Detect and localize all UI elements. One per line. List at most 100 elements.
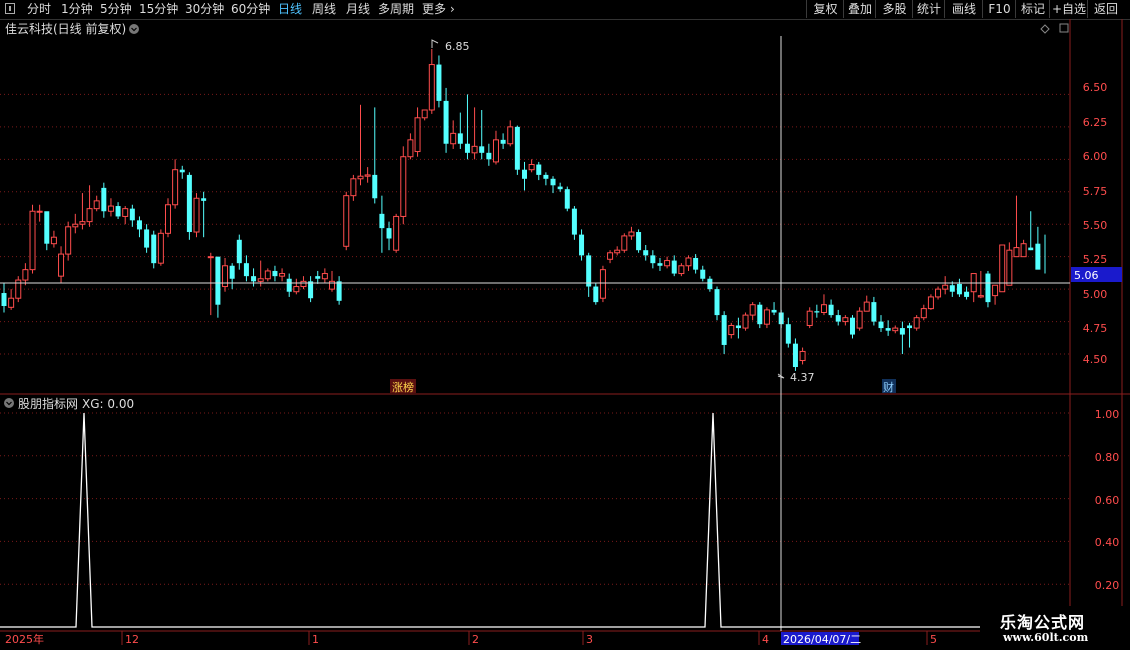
date-label: 2 bbox=[472, 633, 479, 646]
candle-body bbox=[151, 234, 157, 264]
candle-body bbox=[942, 284, 949, 290]
candle bbox=[328, 270, 335, 292]
diamond-icon[interactable] bbox=[1040, 24, 1050, 34]
candle bbox=[643, 244, 649, 261]
candle bbox=[236, 234, 242, 270]
candlestick-series bbox=[1, 48, 1046, 371]
candle-body bbox=[643, 250, 649, 256]
candle bbox=[207, 252, 214, 316]
candle bbox=[22, 263, 29, 286]
candle-body bbox=[86, 208, 93, 223]
candle bbox=[757, 302, 763, 329]
candle bbox=[814, 304, 820, 318]
candle-body bbox=[664, 260, 671, 267]
candle-body bbox=[436, 64, 442, 101]
candle-body bbox=[849, 317, 855, 335]
date-label: 1 bbox=[312, 633, 319, 646]
candle-body bbox=[878, 321, 884, 329]
tag-rise[interactable]: 涨榜 bbox=[392, 380, 414, 394]
candle-body bbox=[650, 255, 656, 264]
title-dropdown-icon[interactable] bbox=[129, 24, 139, 34]
indicator-scale-label: 0.60 bbox=[1095, 494, 1120, 507]
candle-body bbox=[835, 315, 841, 322]
candle-body bbox=[871, 302, 877, 322]
watermark-title: 乐淘公式网 bbox=[1000, 613, 1086, 632]
candle-body bbox=[315, 276, 321, 279]
candle-body bbox=[550, 178, 556, 186]
candle bbox=[364, 167, 371, 183]
candle bbox=[8, 289, 15, 310]
candle-body bbox=[564, 189, 570, 209]
candle-body bbox=[927, 296, 934, 310]
candle bbox=[942, 276, 949, 295]
candle bbox=[36, 204, 43, 222]
candle bbox=[286, 273, 292, 297]
candle bbox=[414, 107, 421, 157]
low-label: 4.37 bbox=[790, 371, 815, 384]
candle bbox=[650, 250, 656, 269]
candle bbox=[799, 347, 806, 365]
price-label: 5.50 bbox=[1083, 219, 1108, 232]
candle bbox=[771, 302, 777, 316]
candle-body bbox=[599, 269, 606, 299]
stock-chart[interactable]: 5.06 6.50 6.25 6.00 5.75 5.50 5.25 5.00 … bbox=[0, 0, 1130, 650]
candle-body bbox=[785, 324, 791, 344]
candle bbox=[222, 257, 229, 292]
candle bbox=[664, 256, 671, 269]
candle bbox=[201, 191, 207, 238]
candle-body bbox=[300, 280, 307, 288]
candle-body bbox=[985, 273, 991, 303]
candle-body bbox=[457, 133, 463, 144]
candle bbox=[136, 216, 142, 238]
candle bbox=[315, 270, 321, 284]
pane-resize-icon[interactable] bbox=[1059, 23, 1069, 33]
indicator-dropdown-icon[interactable] bbox=[4, 398, 14, 408]
candle bbox=[899, 321, 905, 355]
candle bbox=[579, 229, 585, 261]
candle-body bbox=[243, 263, 249, 277]
candle-body bbox=[321, 273, 328, 280]
candle-body bbox=[407, 139, 414, 158]
candle-body bbox=[678, 265, 685, 275]
candle bbox=[792, 338, 798, 371]
candle bbox=[636, 229, 642, 253]
candle-body bbox=[428, 64, 435, 111]
candle bbox=[621, 233, 628, 253]
candle bbox=[393, 213, 400, 253]
candle bbox=[79, 193, 86, 230]
candle bbox=[272, 265, 278, 282]
candle bbox=[657, 257, 663, 271]
watermark-url: www.60lt.com bbox=[1003, 631, 1089, 644]
candle-body bbox=[1035, 243, 1041, 270]
candle-body bbox=[593, 286, 599, 303]
candle bbox=[350, 174, 357, 201]
candle bbox=[806, 307, 813, 329]
candle-body bbox=[671, 260, 677, 274]
tag-finance[interactable]: 财 bbox=[883, 380, 894, 394]
candle bbox=[400, 146, 407, 225]
candle bbox=[964, 286, 970, 300]
candle bbox=[700, 265, 706, 282]
candle-body bbox=[1020, 243, 1027, 258]
candle bbox=[863, 295, 870, 312]
candle bbox=[86, 185, 93, 227]
candle-body bbox=[286, 278, 292, 292]
candle-body bbox=[364, 174, 371, 177]
candle-body bbox=[707, 278, 713, 290]
candle-body bbox=[621, 235, 628, 251]
candle-body bbox=[251, 276, 257, 282]
current-price-label: 5.06 bbox=[1074, 269, 1099, 282]
candle bbox=[421, 109, 428, 121]
candle bbox=[528, 159, 535, 173]
candle bbox=[1, 282, 7, 313]
candle-body bbox=[742, 314, 749, 329]
high-label: 6.85 bbox=[445, 40, 470, 53]
chart-title: 佳云科技(日线 前复权) bbox=[5, 21, 126, 36]
candle-body bbox=[536, 164, 542, 175]
candle-body bbox=[101, 187, 107, 212]
candle-body bbox=[964, 291, 970, 297]
candle bbox=[179, 165, 185, 179]
candle-body bbox=[628, 231, 635, 237]
date-label: 4 bbox=[762, 633, 769, 646]
candle-body bbox=[193, 197, 200, 233]
